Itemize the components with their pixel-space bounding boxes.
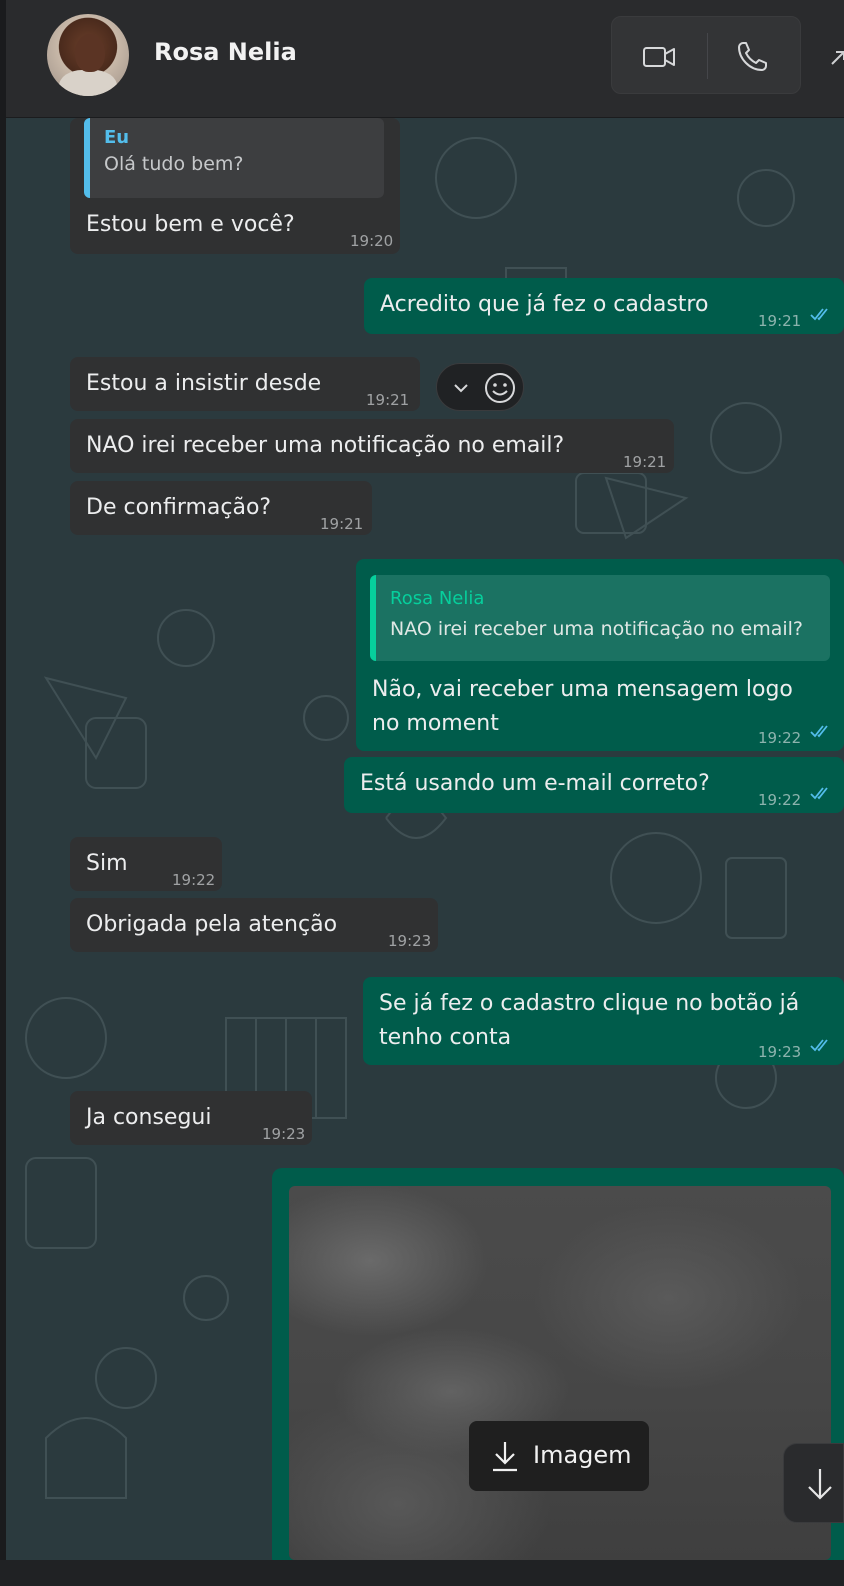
message-text: De confirmação? xyxy=(86,495,272,520)
contact-avatar[interactable] xyxy=(47,14,129,96)
download-arrow-icon xyxy=(493,1442,517,1472)
message-time: 19:23 xyxy=(262,1125,306,1143)
message-text: NAO irei receber uma notificação no emai… xyxy=(86,433,565,458)
message-text: Obrigada pela atenção xyxy=(86,912,338,937)
message-outgoing[interactable]: Se já fez o cadastro clique no botão já … xyxy=(363,977,844,1065)
message-time: 19:20 xyxy=(350,232,394,250)
message-incoming[interactable]: NAO irei receber uma notificação no emai… xyxy=(70,419,674,473)
message-incoming[interactable]: Obrigada pela atenção 19:23 xyxy=(70,898,438,952)
message-text: Estou a insistir desde xyxy=(86,371,322,396)
message-time: 19:22 xyxy=(758,791,802,809)
message-text: Estou bem e você? xyxy=(86,212,295,237)
read-receipt-icon xyxy=(810,1039,828,1052)
message-hover-actions xyxy=(436,363,524,411)
quoted-message[interactable]: Eu Olá tudo bem? xyxy=(84,118,384,198)
scroll-to-bottom-button[interactable] xyxy=(783,1443,844,1523)
message-time: 19:22 xyxy=(172,871,216,889)
message-time: 19:21 xyxy=(758,312,802,330)
quote-text: NAO irei receber uma notificação no emai… xyxy=(390,618,803,640)
phone-icon xyxy=(738,42,767,71)
message-text-line-2: tenho conta xyxy=(379,1025,512,1050)
quote-author: Rosa Nelia xyxy=(390,588,485,609)
message-incoming[interactable]: Eu Olá tudo bem? Estou bem e você? 19:20 xyxy=(70,118,400,254)
read-receipt-icon xyxy=(810,725,828,738)
message-time: 19:23 xyxy=(758,1043,802,1061)
chevron-down-icon[interactable] xyxy=(451,378,471,398)
message-text-line-1: Não, vai receber uma mensagem logo xyxy=(372,677,793,702)
arrow-down-icon xyxy=(808,1469,832,1500)
quote-text: Olá tudo bem? xyxy=(104,153,244,175)
quoted-message[interactable]: Rosa Nelia NAO irei receber uma notifica… xyxy=(370,575,830,661)
video-call-button[interactable] xyxy=(640,37,680,77)
call-buttons-group xyxy=(611,16,801,94)
message-text-line-1: Se já fez o cadastro clique no botão já xyxy=(379,991,800,1016)
quote-author: Eu xyxy=(104,127,130,148)
quote-accent-bar xyxy=(370,575,376,661)
read-receipt-icon xyxy=(810,787,828,800)
message-incoming[interactable]: Sim 19:22 xyxy=(70,837,222,891)
message-incoming[interactable]: Ja consegui 19:23 xyxy=(70,1091,312,1145)
message-outgoing[interactable]: Está usando um e-mail correto? 19:22 xyxy=(344,757,844,813)
voice-call-button[interactable] xyxy=(732,37,772,77)
message-text: Está usando um e-mail correto? xyxy=(360,771,710,796)
video-camera-icon xyxy=(643,47,675,67)
message-text: Ja consegui xyxy=(86,1105,212,1130)
message-time: 19:21 xyxy=(623,453,667,471)
message-time: 19:21 xyxy=(320,515,364,533)
download-label: Imagem xyxy=(533,1441,632,1469)
chat-header: Rosa Nelia xyxy=(6,0,844,118)
expand-icon[interactable] xyxy=(826,46,844,70)
message-text: Sim xyxy=(86,851,128,876)
message-incoming[interactable]: Estou a insistir desde 19:21 xyxy=(70,357,420,411)
message-text-line-2: no moment xyxy=(372,711,499,736)
image-preview-blurred[interactable] xyxy=(289,1186,831,1560)
message-time: 19:22 xyxy=(758,729,802,747)
emoji-reaction-icon[interactable] xyxy=(483,371,517,405)
message-outgoing[interactable]: Rosa Nelia NAO irei receber uma notifica… xyxy=(356,559,844,751)
message-incoming[interactable]: De confirmação? 19:21 xyxy=(70,481,372,535)
composer-area-edge xyxy=(0,1560,844,1586)
contact-name[interactable]: Rosa Nelia xyxy=(154,38,297,66)
message-text: Acredito que já fez o cadastro xyxy=(380,292,709,317)
message-outgoing[interactable]: Acredito que já fez o cadastro 19:21 xyxy=(364,278,844,334)
download-image-button[interactable]: Imagem xyxy=(469,1421,649,1491)
message-time: 19:23 xyxy=(388,932,432,950)
read-receipt-icon xyxy=(810,308,828,321)
call-divider xyxy=(707,33,708,79)
quote-accent-bar xyxy=(84,118,90,198)
message-time: 19:21 xyxy=(366,391,410,409)
